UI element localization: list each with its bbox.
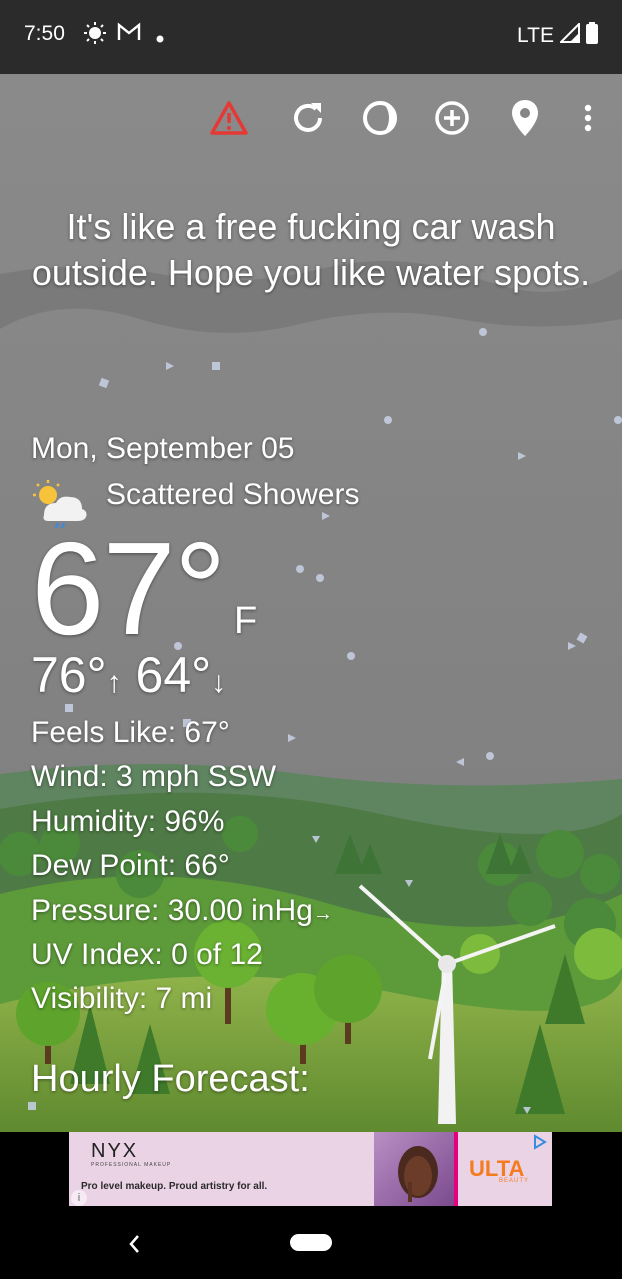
battery-icon (586, 22, 598, 50)
notification-dot-icon (156, 26, 164, 49)
warning-icon[interactable] (205, 92, 253, 144)
detail-value: 7 mi (155, 982, 213, 1015)
detail-label: Dew Point: (31, 849, 177, 882)
arrow-down-icon: ↓ (211, 666, 227, 699)
ad-area: NYX PROFESSIONAL MAKEUP Pro level makeup… (0, 1132, 622, 1214)
toolbar (0, 92, 622, 144)
signal-icon (558, 21, 580, 49)
detail-humidity: Humidity: 96% (31, 805, 224, 839)
snarky-quote: It's like a free fucking car wash outsid… (31, 206, 591, 293)
ad-divider (454, 1132, 458, 1206)
system-nav-bar (0, 1214, 622, 1279)
brightness-icon (84, 22, 106, 50)
detail-value: 96% (164, 805, 225, 838)
home-pill[interactable] (290, 1234, 332, 1251)
current-temperature: 67° (31, 515, 227, 662)
detail-value: 30.00 inHg (167, 894, 313, 927)
ad-info-icon[interactable]: i (71, 1190, 87, 1206)
network-label: LTE (517, 24, 554, 47)
temperature-unit: F (234, 600, 258, 642)
detail-value: 3 mph SSW (116, 760, 277, 793)
detail-uv-index: UV Index: 0 of 12 (31, 938, 263, 972)
detail-value: 0 of 12 (171, 938, 263, 971)
status-right: LTE (517, 21, 598, 50)
detail-label: Visibility: (31, 982, 148, 1015)
status-bar: 7:50 LTE (0, 0, 622, 74)
detail-label: UV Index: (31, 938, 163, 971)
high-low-row: 76°↑ 64°↓ (31, 646, 226, 704)
ad-choices-icon[interactable] (532, 1134, 548, 1155)
detail-pressure: Pressure: 30.00 inHg→ (31, 894, 333, 928)
ad-model-image (374, 1132, 454, 1206)
detail-value: 66° (184, 849, 230, 882)
location-pin-icon[interactable] (501, 92, 549, 144)
detail-label: Feels Like: (31, 716, 177, 749)
detail-feels-like: Feels Like: 67° (31, 716, 230, 750)
hourly-forecast-heading: Hourly Forecast: (31, 1058, 310, 1100)
add-location-icon[interactable] (428, 92, 476, 144)
more-vert-icon[interactable] (566, 92, 610, 144)
condition-label: Scattered Showers (106, 478, 360, 511)
high-temp: 76° (31, 647, 107, 703)
ad-tagline: Pro level makeup. Proud artistry for all… (81, 1181, 268, 1192)
detail-value: 67° (184, 716, 230, 749)
weather-scene: It's like a free fucking car wash outsid… (0, 74, 622, 1132)
forecast-date: Mon, September 05 (31, 432, 295, 465)
gmail-icon (117, 22, 141, 48)
ad-brand-sub: PROFESSIONAL MAKEUP (91, 1162, 172, 1168)
refresh-icon[interactable] (284, 92, 332, 144)
detail-label: Pressure: (31, 894, 160, 927)
status-time: 7:50 (24, 22, 65, 45)
detail-dew-point: Dew Point: 66° (31, 849, 230, 883)
detail-visibility: Visibility: 7 mi (31, 982, 212, 1016)
back-icon[interactable] (124, 1232, 144, 1261)
ad-banner[interactable]: NYX PROFESSIONAL MAKEUP Pro level makeup… (69, 1132, 552, 1206)
arrow-up-icon: ↑ (106, 666, 122, 699)
ad-partner-sub: BEAUTY (499, 1178, 530, 1184)
pressure-trend-icon: → (312, 903, 333, 925)
theme-icon[interactable] (356, 92, 404, 144)
ad-brand: NYX (91, 1140, 139, 1162)
detail-label: Wind: (31, 760, 108, 793)
detail-wind: Wind: 3 mph SSW (31, 760, 276, 794)
low-temp: 64° (135, 647, 212, 703)
detail-label: Humidity: (31, 805, 157, 838)
